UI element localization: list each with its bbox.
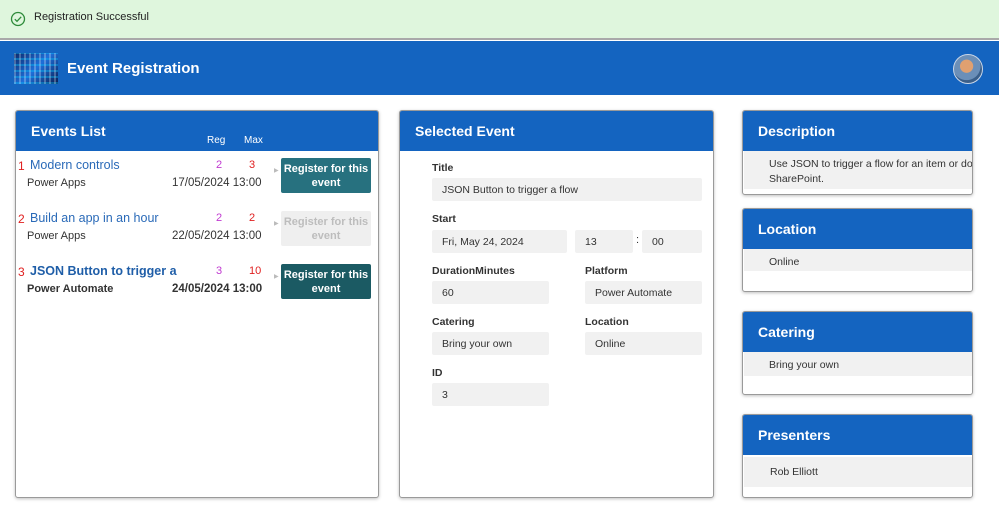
event-number: 2 — [18, 212, 25, 226]
start-minute-dropdown[interactable]: 00 — [642, 230, 702, 253]
event-registered-count: 3 — [216, 265, 223, 277]
event-platform: Power Apps — [27, 230, 86, 242]
platform-label: Platform — [585, 265, 628, 277]
events-list-header: Events List Reg Max — [16, 111, 378, 151]
location-value: Online — [744, 249, 972, 271]
description-header: Description — [743, 111, 972, 151]
presenters-card: Presenters Rob Elliott — [742, 414, 973, 498]
event-platform: Power Apps — [27, 177, 86, 189]
selected-event-header: Selected Event — [400, 111, 713, 151]
selected-event-title: Selected Event — [415, 123, 515, 139]
success-notification: Registration Successful — [0, 0, 999, 40]
presenters-header: Presenters — [743, 415, 972, 455]
description-line-2: SharePoint. — [769, 173, 824, 185]
platform-field[interactable]: Power Automate — [585, 281, 702, 304]
user-avatar[interactable] — [953, 54, 983, 84]
catering-header: Catering — [743, 312, 972, 352]
app-logo — [14, 53, 58, 84]
reg-column-header: Reg — [207, 135, 226, 146]
event-row-selected[interactable]: 3 JSON Button to trigger a Power Automat… — [16, 257, 378, 309]
catering-title: Catering — [758, 324, 815, 340]
event-max-count: 3 — [249, 159, 256, 171]
description-card: Description Use JSON to trigger a flow f… — [742, 110, 973, 195]
description-text: Use JSON to trigger a flow for an item o… — [744, 151, 973, 189]
presenter-name: Rob Elliott — [744, 457, 972, 487]
event-platform: Power Automate — [27, 283, 114, 295]
event-title[interactable]: Modern controls — [30, 158, 120, 172]
catering-value: Bring your own — [744, 352, 972, 376]
event-number: 1 — [18, 159, 25, 173]
event-registered-count: 2 — [216, 212, 223, 224]
event-max-count: 2 — [249, 212, 256, 224]
event-title[interactable]: Build an app in an hour — [30, 211, 159, 225]
presenters-title: Presenters — [758, 427, 831, 443]
title-field[interactable]: JSON Button to trigger a flow — [432, 178, 702, 201]
id-field[interactable]: 3 — [432, 383, 549, 406]
app-title: Event Registration — [67, 60, 200, 77]
notification-message: Registration Successful — [34, 11, 149, 23]
location-header: Location — [743, 209, 972, 249]
chevron-right-icon: ▶ — [274, 168, 279, 174]
selected-event-card: Selected Event Title JSON Button to trig… — [399, 110, 714, 498]
location-title: Location — [758, 221, 817, 237]
location-label: Location — [585, 316, 629, 328]
event-max-count: 10 — [249, 265, 262, 277]
id-label: ID — [432, 367, 443, 379]
register-button-disabled: Register for this event — [281, 211, 371, 246]
app-header: Event Registration — [0, 41, 999, 95]
max-column-header: Max — [244, 135, 263, 146]
catering-card: Catering Bring your own — [742, 311, 973, 395]
catering-label: Catering — [432, 316, 475, 328]
location-card: Location Online — [742, 208, 973, 292]
duration-field[interactable]: 60 — [432, 281, 549, 304]
event-title[interactable]: JSON Button to trigger a — [30, 264, 177, 278]
register-button[interactable]: Register for this event — [281, 158, 371, 193]
location-field[interactable]: Online — [585, 332, 702, 355]
duration-label: DurationMinutes — [432, 265, 515, 277]
event-date: 24/05/2024 13:00 — [172, 283, 263, 295]
time-separator: : — [636, 234, 640, 246]
start-date-picker[interactable]: Fri, May 24, 2024 — [432, 230, 567, 253]
description-line-1: Use JSON to trigger a flow for an item o… — [769, 158, 973, 170]
events-list-title: Events List — [31, 123, 106, 139]
start-label: Start — [432, 213, 456, 225]
event-row[interactable]: 1 Modern controls Power Apps 2 3 17/05/2… — [16, 151, 378, 203]
events-list-card: Events List Reg Max 1 Modern controls Po… — [15, 110, 379, 498]
register-button[interactable]: Register for this event — [281, 264, 371, 299]
event-date: 17/05/2024 13:00 — [172, 177, 262, 189]
chevron-right-icon: ▶ — [274, 274, 279, 280]
chevron-right-icon: ▶ — [274, 221, 279, 227]
check-circle-icon — [10, 11, 26, 27]
description-title: Description — [758, 123, 836, 139]
title-label: Title — [432, 162, 454, 174]
event-date: 22/05/2024 13:00 — [172, 230, 262, 242]
event-row[interactable]: 2 Build an app in an hour Power Apps 2 2… — [16, 204, 378, 256]
event-number: 3 — [18, 265, 25, 279]
catering-field[interactable]: Bring your own — [432, 332, 549, 355]
start-hour-dropdown[interactable]: 13 — [575, 230, 633, 253]
event-registered-count: 2 — [216, 159, 223, 171]
